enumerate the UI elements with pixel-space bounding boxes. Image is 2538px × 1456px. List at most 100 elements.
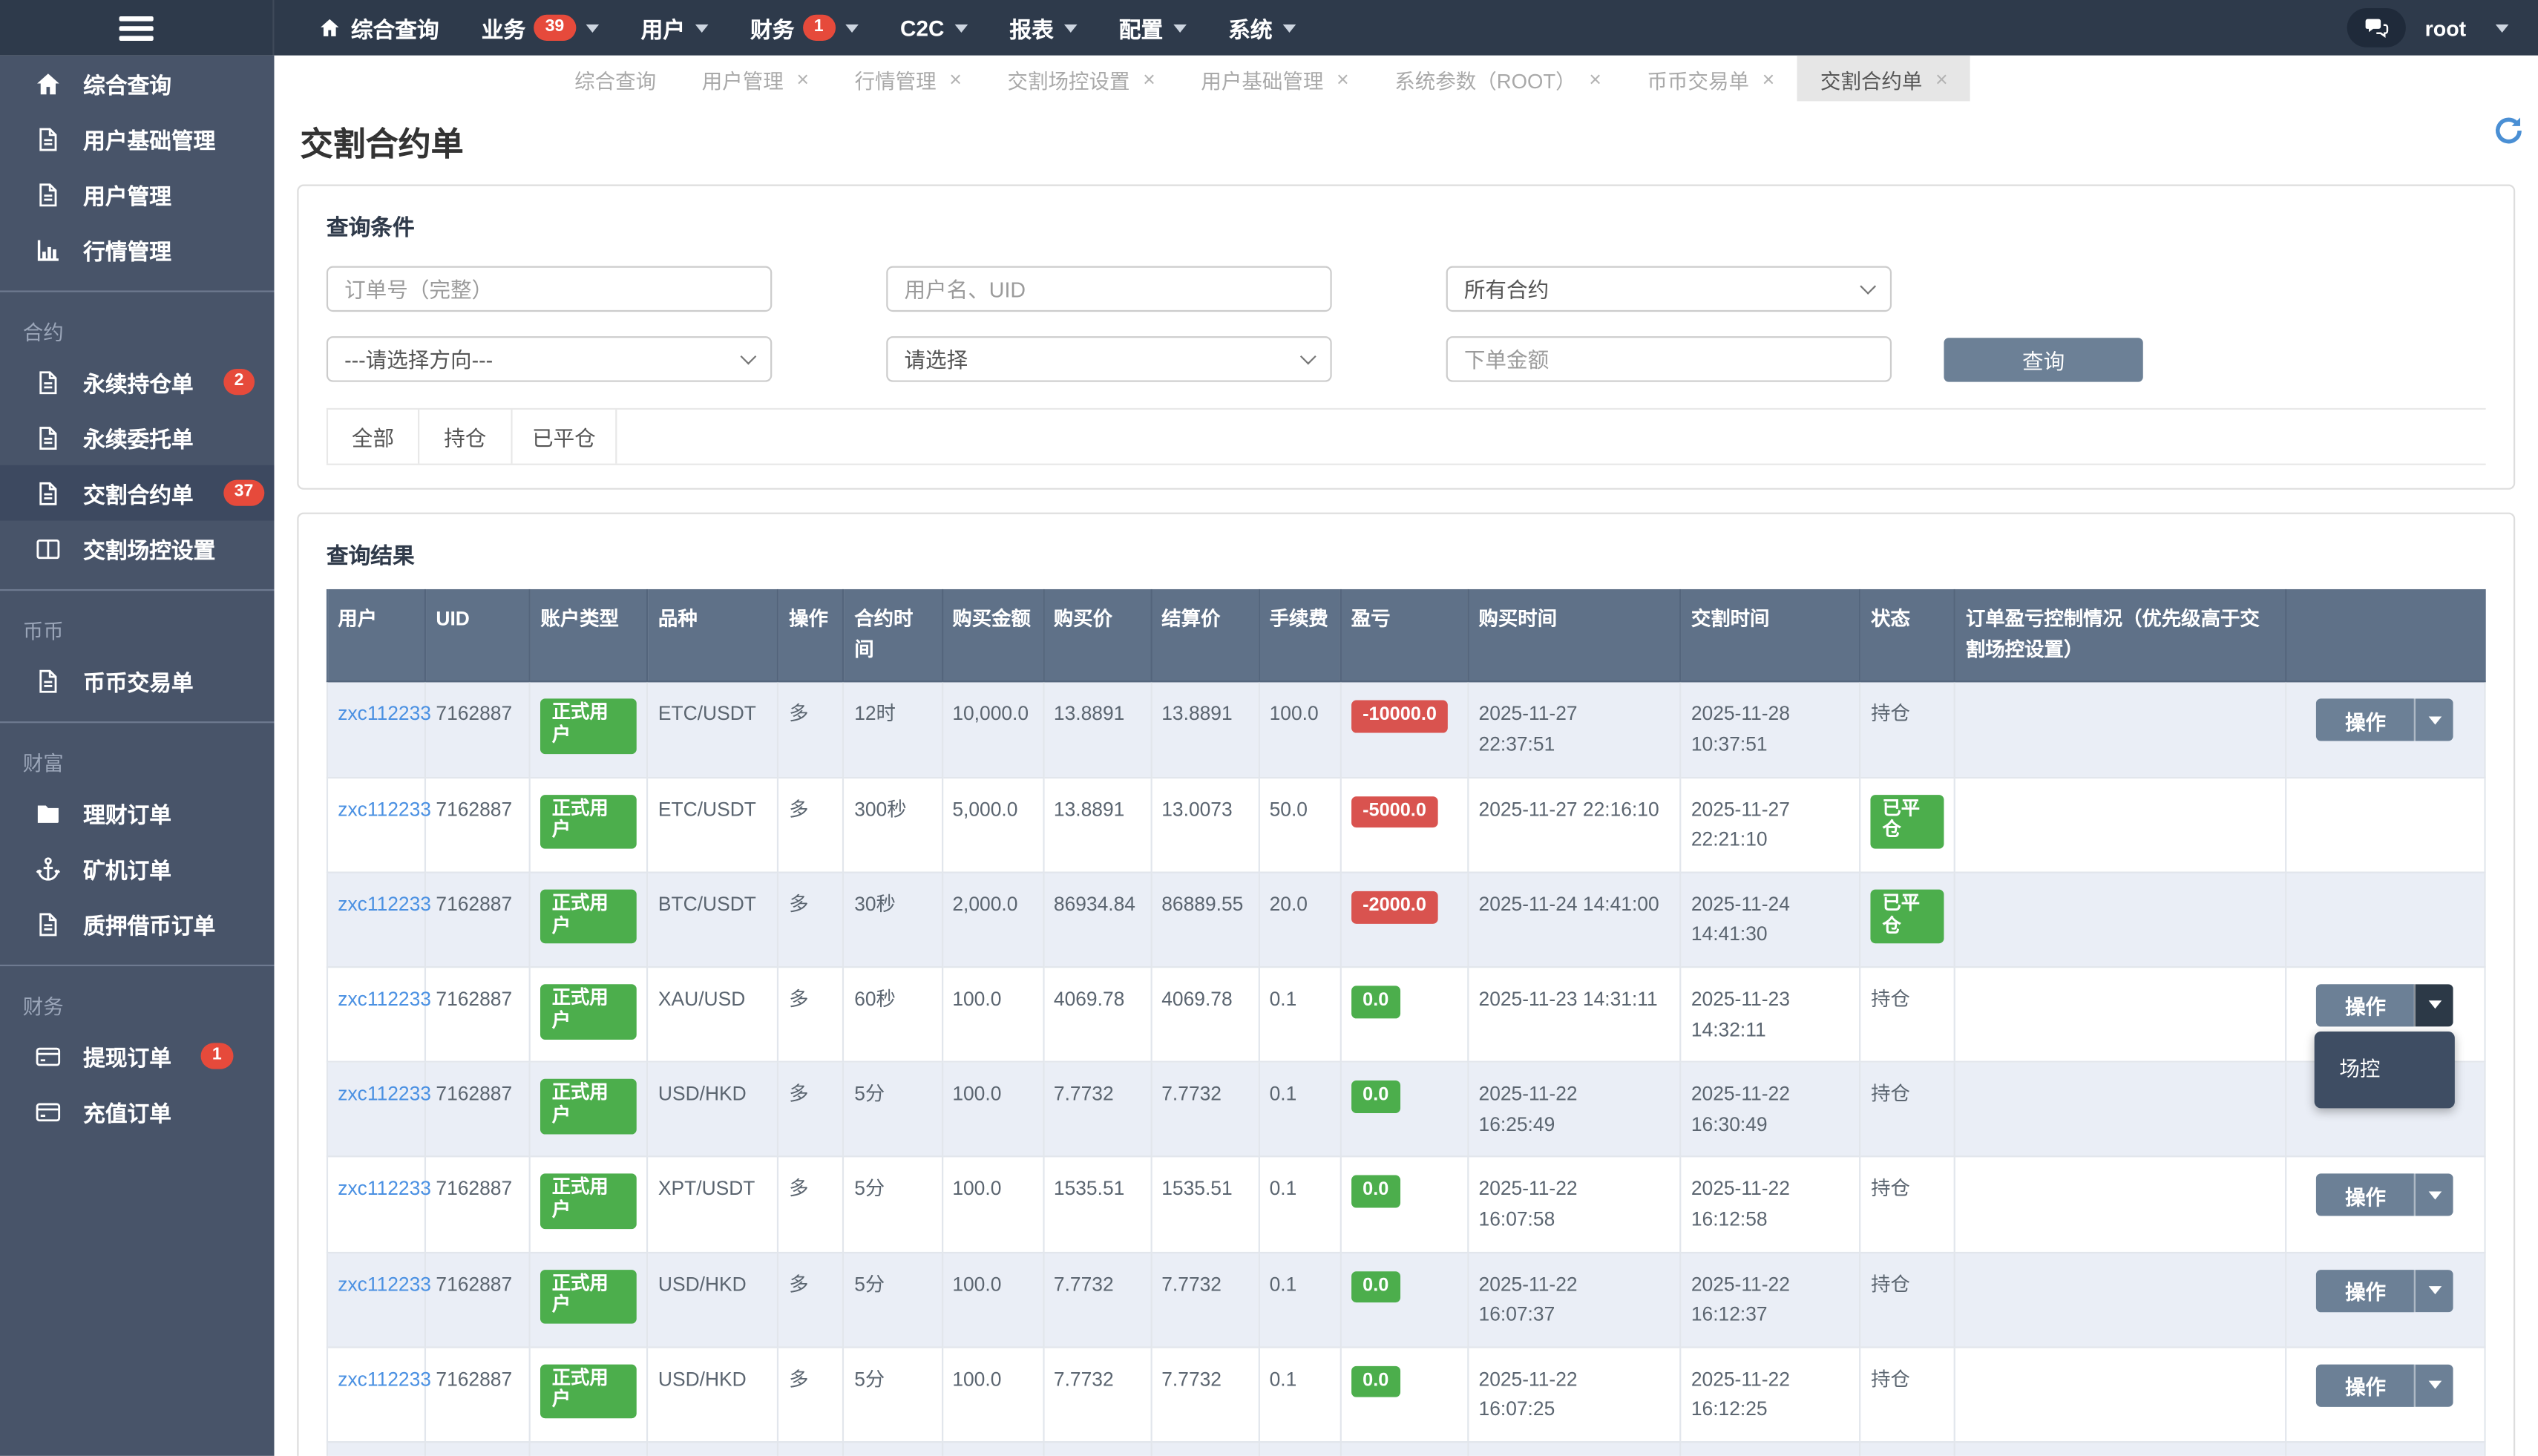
dropdown-item-field-control[interactable]: 场控 bbox=[2315, 1044, 2455, 1095]
column-header: 状态 bbox=[1860, 589, 1955, 682]
hamburger-menu-icon[interactable] bbox=[113, 9, 160, 47]
order-amount-input[interactable] bbox=[1446, 336, 1892, 382]
nav-item-report[interactable]: 报表 bbox=[988, 0, 1098, 56]
sidebar-item-overview[interactable]: 综合查询 bbox=[0, 56, 274, 111]
refresh-icon[interactable] bbox=[2492, 114, 2525, 147]
tab-交割合约单[interactable]: 交割合约单× bbox=[1797, 56, 1970, 102]
sidebar-item-user-base[interactable]: 用户基础管理 bbox=[0, 111, 274, 167]
user-link[interactable]: zxc112233 bbox=[338, 1272, 431, 1295]
nav-item-business[interactable]: 业务39 bbox=[460, 0, 620, 56]
action-button[interactable]: 操作 bbox=[2317, 1269, 2415, 1311]
sidebar-item-user-mgmt[interactable]: 用户管理 bbox=[0, 166, 274, 222]
user-link[interactable]: zxc112233 bbox=[338, 798, 431, 821]
sidebar-item-miner-orders[interactable]: 矿机订单 bbox=[0, 841, 274, 896]
sidebar-item-wealth-orders[interactable]: 理财订单 bbox=[0, 785, 274, 841]
nav-item-finance[interactable]: 财务1 bbox=[729, 0, 879, 56]
period-cell: 300秒 bbox=[844, 777, 942, 872]
username-uid-input[interactable] bbox=[886, 266, 1331, 312]
sidebar-item-delivery-contracts[interactable]: 交割合约单37 bbox=[0, 465, 274, 521]
card-icon bbox=[34, 1042, 62, 1069]
tab-币币交易单[interactable]: 币币交易单× bbox=[1624, 56, 1797, 102]
user-menu[interactable]: root bbox=[2425, 16, 2467, 40]
action-button[interactable]: 操作 bbox=[2317, 699, 2415, 741]
action-caret-button[interactable] bbox=[2415, 699, 2454, 741]
account-type-badge: 正式用户 bbox=[540, 889, 637, 944]
user-link[interactable]: zxc112233 bbox=[338, 1177, 431, 1200]
column-header: 购买时间 bbox=[1468, 589, 1680, 682]
sidebar-item-perpetual-orders[interactable]: 永续委托单 bbox=[0, 410, 274, 465]
close-icon[interactable]: × bbox=[1589, 68, 1601, 89]
contract-select[interactable]: 所有合约 bbox=[1446, 266, 1892, 312]
search-button[interactable]: 查询 bbox=[1944, 337, 2142, 381]
close-icon[interactable]: × bbox=[949, 68, 962, 89]
action-button[interactable]: 操作 bbox=[2317, 1174, 2415, 1216]
action-caret-button[interactable] bbox=[2415, 1174, 2454, 1216]
tab-系统参数（ROOT）[interactable]: 系统参数（ROOT）× bbox=[1371, 56, 1624, 102]
chevron-down-icon bbox=[695, 24, 708, 32]
settle-time-cell: 2025-11-22 16:21:03 bbox=[1681, 1442, 1860, 1456]
action-caret-button[interactable] bbox=[2415, 984, 2454, 1026]
pnl-badge: 0.0 bbox=[1351, 1365, 1400, 1398]
action-caret-button[interactable] bbox=[2415, 1364, 2454, 1406]
close-icon[interactable]: × bbox=[1935, 68, 1948, 89]
action-split-button: 操作 bbox=[2317, 1174, 2454, 1216]
fee-cell: 100.0 bbox=[1259, 682, 1340, 777]
tab-交割场控设置[interactable]: 交割场控设置× bbox=[985, 56, 1178, 102]
action-button[interactable]: 操作 bbox=[2317, 1364, 2415, 1406]
doc-icon bbox=[34, 666, 62, 694]
close-icon[interactable]: × bbox=[1762, 68, 1775, 89]
sidebar-item-perpetual-positions[interactable]: 永续持仓单2 bbox=[0, 354, 274, 410]
nav-item-user[interactable]: 用户 bbox=[620, 0, 729, 56]
tab-用户基础管理[interactable]: 用户基础管理× bbox=[1178, 56, 1372, 102]
table-row: zxc1122337162887正式用户USD/HKD多5分100.07.773… bbox=[327, 1062, 2485, 1157]
status-text: 持仓 bbox=[1871, 1272, 1910, 1295]
sidebar-item-withdraw-orders[interactable]: 提现订单1 bbox=[0, 1029, 274, 1084]
tab-用户管理[interactable]: 用户管理× bbox=[679, 56, 832, 102]
user-link[interactable]: zxc112233 bbox=[338, 1367, 431, 1390]
tab-综合查询[interactable]: 综合查询 bbox=[551, 56, 679, 102]
sidebar-item-market-mgmt[interactable]: 行情管理 bbox=[0, 222, 274, 278]
close-icon[interactable]: × bbox=[796, 68, 809, 89]
nav-item-home[interactable]: 综合查询 bbox=[297, 0, 460, 56]
sidebar-item-deposit-orders[interactable]: 充值订单 bbox=[0, 1083, 274, 1139]
status-tab-持仓[interactable]: 持仓 bbox=[419, 410, 512, 464]
status-cell: 持仓 bbox=[1860, 1062, 1955, 1157]
nav-item-config[interactable]: 配置 bbox=[1098, 0, 1207, 56]
nav-item-system[interactable]: 系统 bbox=[1207, 0, 1316, 56]
uid-cell: 7162887 bbox=[425, 1252, 530, 1347]
symbol-cell: BTC/USDT bbox=[648, 872, 778, 967]
type-select[interactable]: 请选择 bbox=[886, 336, 1331, 382]
order-number-input[interactable] bbox=[327, 266, 772, 312]
close-icon[interactable]: × bbox=[1143, 68, 1155, 89]
action-split-button: 操作 bbox=[2317, 1364, 2454, 1406]
action-wrap: 操作 bbox=[2296, 699, 2474, 741]
direction-select[interactable]: ---请选择方向--- bbox=[327, 336, 772, 382]
action-wrap: 操作 bbox=[2296, 1174, 2474, 1216]
action-cell: 操作 bbox=[2285, 682, 2485, 777]
action-caret-button[interactable] bbox=[2415, 1269, 2454, 1311]
user-link[interactable]: zxc112233 bbox=[338, 893, 431, 916]
sidebar-item-pledge-orders[interactable]: 质押借币订单 bbox=[0, 896, 274, 951]
user-link[interactable]: zxc112233 bbox=[338, 1082, 431, 1105]
fee-cell: 0.1 bbox=[1259, 967, 1340, 1062]
sidebar-badge: 37 bbox=[223, 480, 264, 505]
close-icon[interactable]: × bbox=[1337, 68, 1349, 89]
user-link[interactable]: zxc112233 bbox=[338, 987, 431, 1010]
sidebar-item-spot-trades[interactable]: 币币交易单 bbox=[0, 653, 274, 709]
sidebar-item-label: 质押借币订单 bbox=[83, 908, 215, 940]
action-button[interactable]: 操作 bbox=[2317, 984, 2415, 1026]
buy-time-cell: 2025-11-27 22:16:10 bbox=[1468, 777, 1680, 872]
app-root: 综合查询业务39用户财务1C2C报表配置系统 root 综合查询用户基础管理用户… bbox=[0, 0, 2538, 1456]
tab-行情管理[interactable]: 行情管理× bbox=[832, 56, 985, 102]
nav-left bbox=[0, 0, 274, 56]
status-cell: 已平仓 bbox=[1860, 777, 1955, 872]
amount-cell: 100.0 bbox=[942, 1062, 1043, 1157]
action-wrap: 操作 bbox=[2296, 1269, 2474, 1311]
status-tab-全部[interactable]: 全部 bbox=[327, 410, 419, 464]
account-type-cell: 正式用户 bbox=[530, 967, 648, 1062]
user-link[interactable]: zxc112233 bbox=[338, 703, 431, 726]
sidebar-item-delivery-control[interactable]: 交割场控设置 bbox=[0, 521, 274, 577]
chat-button[interactable] bbox=[2347, 8, 2405, 47]
status-tab-已平仓[interactable]: 已平仓 bbox=[513, 410, 617, 464]
nav-item-c2c[interactable]: C2C bbox=[879, 0, 988, 56]
